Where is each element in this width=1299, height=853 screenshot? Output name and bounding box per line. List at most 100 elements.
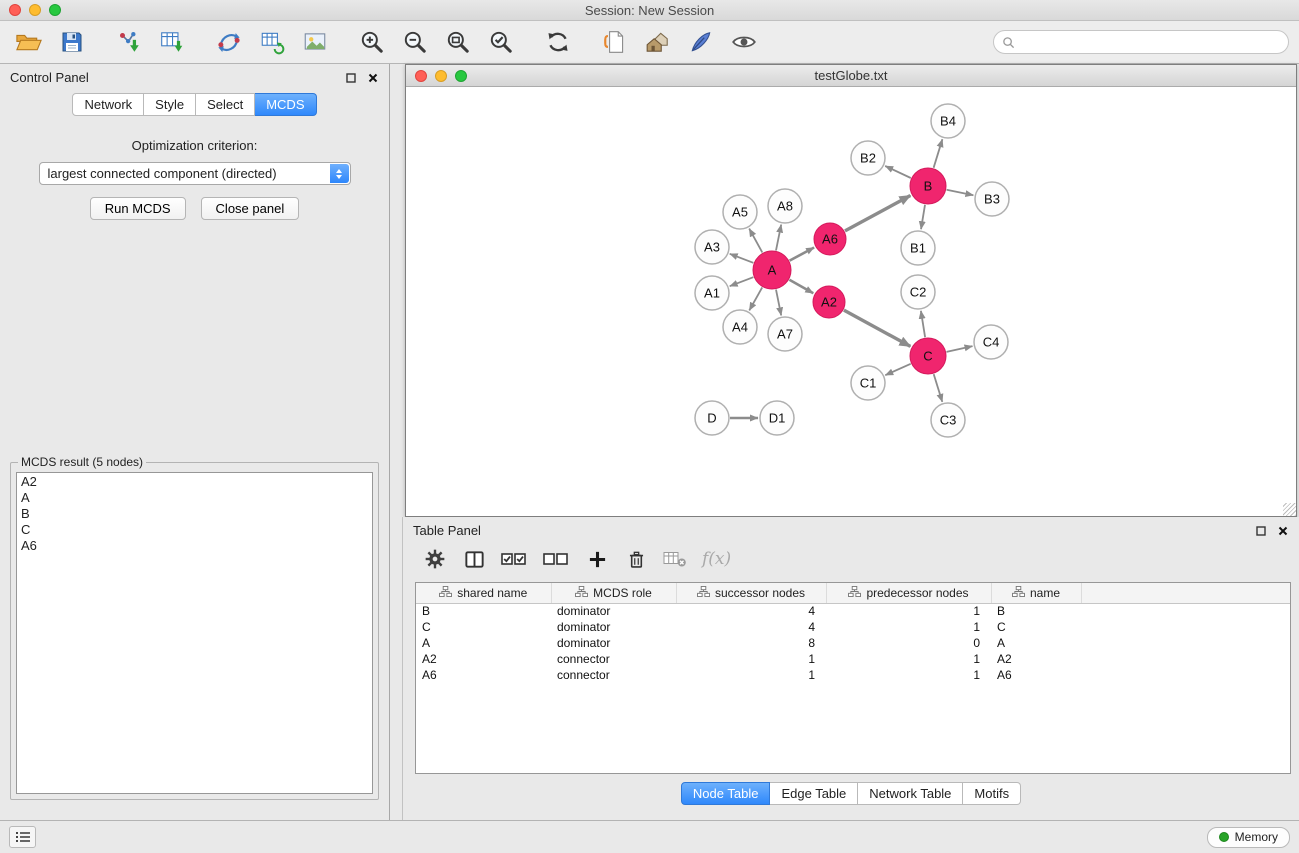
save-button[interactable] (55, 26, 89, 58)
node-A6[interactable]: A6 (814, 223, 846, 255)
run-mcds-button[interactable]: Run MCDS (90, 197, 186, 220)
tab-network[interactable]: Network (72, 93, 144, 116)
task-history-button[interactable] (9, 826, 36, 848)
node-C3[interactable]: C3 (931, 403, 965, 437)
edge-B-B2[interactable] (885, 166, 911, 178)
node-C1[interactable]: C1 (851, 366, 885, 400)
tab-style[interactable]: Style (144, 93, 196, 116)
table-row[interactable]: Adominator80A (416, 635, 1290, 651)
node-A7[interactable]: A7 (768, 317, 802, 351)
node-A5[interactable]: A5 (723, 195, 757, 229)
edge-B-B1[interactable] (921, 205, 925, 229)
node-C4[interactable]: C4 (974, 325, 1008, 359)
edge-A-A2[interactable] (789, 280, 813, 293)
node-C[interactable]: C (910, 338, 946, 374)
column-header-predecessor-nodes[interactable]: predecessor nodes (826, 583, 991, 603)
mcds-result-item[interactable]: A (21, 490, 368, 506)
node-B1[interactable]: B1 (901, 231, 935, 265)
node-B[interactable]: B (910, 168, 946, 204)
table-settings-button[interactable] (423, 547, 447, 571)
network-canvas[interactable]: B4B2BB3A5A8A6B1A3AA1C2A2A4A7C4CC1C3DD1 (406, 87, 1296, 516)
edge-A6-B[interactable] (845, 196, 910, 231)
edge-C-C3[interactable] (934, 374, 943, 402)
network-close-button[interactable] (415, 70, 427, 82)
minimize-window-button[interactable] (29, 4, 41, 16)
close-panel-button[interactable] (367, 72, 379, 84)
tab-motifs[interactable]: Motifs (963, 782, 1021, 805)
open-session-document-button[interactable] (598, 26, 632, 58)
table-row[interactable]: A6connector11A6 (416, 667, 1290, 683)
mcds-result-item[interactable]: A6 (21, 538, 368, 554)
node-table-container[interactable]: shared nameMCDS rolesuccessor nodesprede… (415, 582, 1291, 774)
network-window-titlebar[interactable]: testGlobe.txt (406, 65, 1296, 87)
node-A2[interactable]: A2 (813, 286, 845, 318)
resize-grip[interactable] (1283, 503, 1296, 516)
select-all-button[interactable] (501, 547, 528, 571)
node-D1[interactable]: D1 (760, 401, 794, 435)
tab-node-table[interactable]: Node Table (681, 782, 771, 805)
network-graph[interactable]: B4B2BB3A5A8A6B1A3AA1C2A2A4A7C4CC1C3DD1 (406, 87, 1296, 516)
tab-mcds[interactable]: MCDS (255, 93, 316, 116)
node-A[interactable]: A (753, 251, 791, 289)
table-row[interactable]: A2connector11A2 (416, 651, 1290, 667)
edge-A-A4[interactable] (749, 287, 762, 310)
close-panel-action-button[interactable]: Close panel (201, 197, 300, 220)
edge-A-A5[interactable] (749, 229, 762, 253)
edge-B-B4[interactable] (934, 139, 943, 168)
table-row[interactable]: Bdominator41B (416, 603, 1290, 619)
new-network-button[interactable] (212, 26, 246, 58)
edge-C-C1[interactable] (885, 364, 910, 375)
mcds-result-item[interactable]: A2 (21, 474, 368, 490)
delete-button[interactable] (624, 547, 648, 571)
deselect-all-button[interactable] (543, 547, 570, 571)
mcds-result-item[interactable]: C (21, 522, 368, 538)
float-table-panel-button[interactable] (1255, 525, 1267, 537)
edge-A2-C[interactable] (844, 310, 911, 346)
zoom-out-button[interactable] (398, 26, 432, 58)
node-D[interactable]: D (695, 401, 729, 435)
node-B4[interactable]: B4 (931, 104, 965, 138)
network-maximize-button[interactable] (455, 70, 467, 82)
node-A3[interactable]: A3 (695, 230, 729, 264)
mcds-result-item[interactable]: B (21, 506, 368, 522)
close-table-panel-button[interactable] (1277, 525, 1289, 537)
tab-network-table[interactable]: Network Table (858, 782, 963, 805)
edge-A-A7[interactable] (776, 290, 781, 316)
edge-A-A1[interactable] (730, 277, 754, 286)
import-network-button[interactable] (112, 26, 146, 58)
node-A8[interactable]: A8 (768, 189, 802, 223)
network-minimize-button[interactable] (435, 70, 447, 82)
node-B2[interactable]: B2 (851, 141, 885, 175)
column-header-shared-name[interactable]: shared name (416, 583, 551, 603)
zoom-fit-button[interactable] (441, 26, 475, 58)
import-table-button[interactable] (155, 26, 189, 58)
function-builder-button[interactable]: f(x) (702, 547, 731, 571)
apply-style-button[interactable] (684, 26, 718, 58)
column-header-successor-nodes[interactable]: successor nodes (676, 583, 826, 603)
node-A4[interactable]: A4 (723, 310, 757, 344)
edge-A-A6[interactable] (790, 248, 815, 261)
show-hide-button[interactable] (727, 26, 761, 58)
search-input[interactable] (1019, 35, 1280, 49)
show-columns-button[interactable] (462, 547, 486, 571)
home-button[interactable] (641, 26, 675, 58)
delete-table-button[interactable] (663, 547, 687, 571)
maximize-window-button[interactable] (49, 4, 61, 16)
float-panel-button[interactable] (345, 72, 357, 84)
edge-B-B3[interactable] (947, 190, 974, 195)
memory-button[interactable]: Memory (1207, 827, 1290, 848)
column-header-MCDS-role[interactable]: MCDS role (551, 583, 676, 603)
tab-select[interactable]: Select (196, 93, 255, 116)
new-table-button[interactable] (255, 26, 289, 58)
edge-A-A3[interactable] (730, 254, 754, 263)
export-image-button[interactable] (298, 26, 332, 58)
zoom-selected-button[interactable] (484, 26, 518, 58)
edge-C-C2[interactable] (921, 311, 925, 337)
node-A1[interactable]: A1 (695, 276, 729, 310)
edge-C-C4[interactable] (947, 346, 973, 352)
open-folder-button[interactable] (12, 26, 46, 58)
tab-edge-table[interactable]: Edge Table (770, 782, 858, 805)
criterion-dropdown[interactable]: largest connected component (directed) (39, 162, 351, 185)
table-row[interactable]: Cdominator41C (416, 619, 1290, 635)
node-C2[interactable]: C2 (901, 275, 935, 309)
